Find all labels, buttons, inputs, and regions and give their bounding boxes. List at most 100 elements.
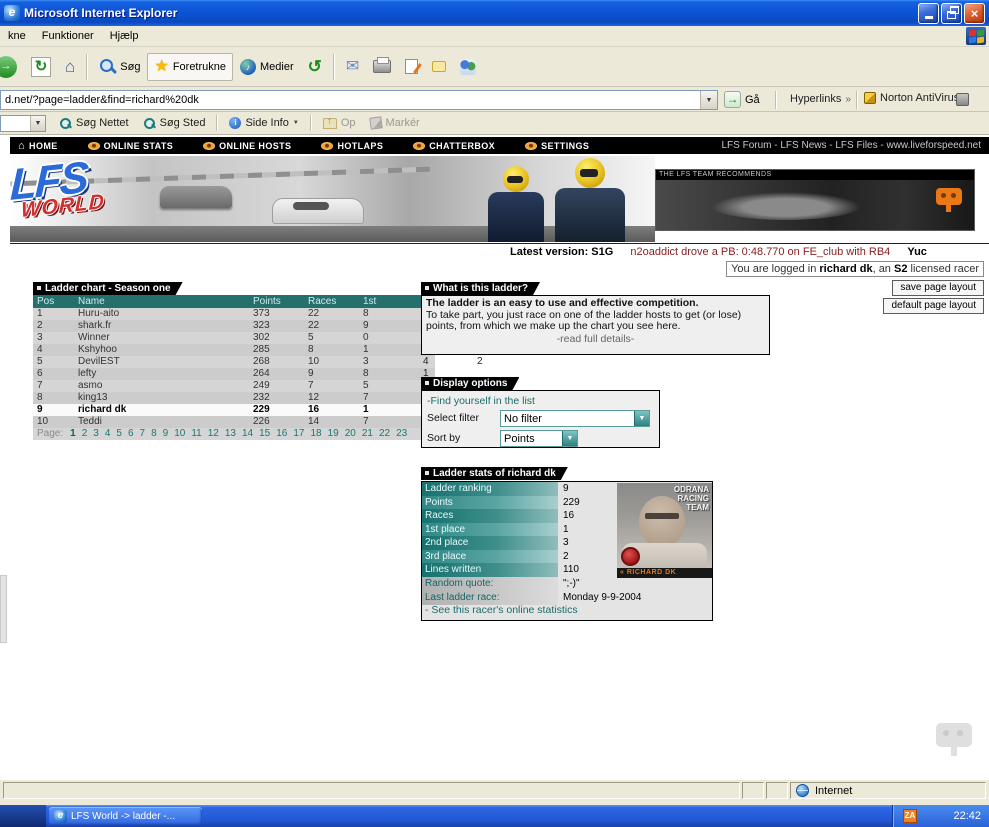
mail-button[interactable]: ✉ — [339, 53, 366, 81]
page-link[interactable]: 13 — [225, 428, 236, 439]
ladder-name-link[interactable]: Kshyhoo — [78, 344, 253, 356]
read-full-details-link[interactable]: -read full details- — [426, 333, 765, 346]
nav-home[interactable]: ⌂ HOME — [18, 140, 58, 151]
side-info-button[interactable]: i Side Info ▼ — [222, 115, 305, 131]
page-link[interactable]: 8 — [151, 428, 157, 439]
address-dropdown-button[interactable]: ▼ — [700, 91, 717, 109]
messenger-button[interactable] — [453, 53, 483, 81]
racer-online-stats-link[interactable]: - See this racer's online statistics — [425, 604, 578, 616]
address-input[interactable]: d.net/?page=ladder&find=richard%20dk ▼ — [0, 90, 718, 110]
driver-figure — [488, 166, 544, 242]
search-site-label: Søg Sted — [159, 117, 206, 129]
refresh-button[interactable]: ↻ — [24, 51, 58, 83]
page-link[interactable]: 5 — [116, 428, 122, 439]
nav-chatterbox[interactable]: CHATTERBOX — [413, 141, 495, 151]
ladder-name-link[interactable]: king13 — [78, 392, 253, 404]
ladder-races: 14 — [308, 416, 320, 427]
menu-item-funktioner[interactable]: Funktioner — [34, 28, 102, 44]
page-link[interactable]: 16 — [276, 428, 287, 439]
page-link[interactable]: 10 — [174, 428, 185, 439]
page-link[interactable]: 23 — [396, 428, 407, 439]
find-yourself-link[interactable]: -Find yourself in the list — [427, 395, 535, 407]
secondary-toolbar-dropdown[interactable]: ▼ — [0, 115, 46, 132]
status-message-panel — [3, 782, 740, 799]
save-page-layout-button[interactable]: save page layout — [892, 280, 984, 296]
ad-banner[interactable]: THE LFS TEAM RECOMMENDS — [655, 169, 975, 231]
ladder-row: 10 Teddi 226 14 7 — [33, 416, 435, 428]
ladder-name-link[interactable]: lefty — [78, 368, 253, 380]
page-label: Page: — [37, 428, 64, 439]
nav-settings[interactable]: SETTINGS — [525, 141, 589, 151]
filter-select[interactable]: No filter ▼ — [500, 410, 650, 427]
taskbar-clock[interactable]: 22:42 — [953, 810, 981, 822]
page-link[interactable]: 9 — [163, 428, 169, 439]
edit-button[interactable] — [398, 53, 425, 80]
home-button[interactable]: ⌂ — [58, 52, 82, 82]
ladder-name-link[interactable]: Winner — [78, 332, 253, 344]
page-link[interactable]: 14 — [242, 428, 253, 439]
search-button[interactable]: Søg — [92, 52, 147, 81]
nav-online-hosts[interactable]: ONLINE HOSTS — [203, 141, 291, 151]
page-link[interactable]: 11 — [191, 428, 201, 439]
norton-status-icon[interactable] — [956, 93, 969, 106]
history-button[interactable]: ↺ — [301, 52, 329, 81]
nav-hotlaps[interactable]: HOTLAPS — [321, 141, 383, 151]
ladder-name-link[interactable]: richard dk — [78, 404, 253, 416]
ladder-name-link[interactable]: DevilEST — [78, 356, 253, 368]
page-link[interactable]: 17 — [293, 428, 304, 439]
highlight-button[interactable]: Markér — [363, 115, 427, 131]
up-button[interactable]: Op — [316, 115, 363, 131]
page-link[interactable]: 19 — [328, 428, 339, 439]
minimize-button[interactable] — [918, 2, 939, 24]
stat-value: Monday 9-9-2004 — [563, 591, 642, 603]
page-link[interactable]: 12 — [208, 428, 219, 439]
nav-external-links[interactable]: LFS Forum - LFS News - LFS Files - www.l… — [721, 140, 981, 151]
page-link[interactable]: 6 — [128, 428, 134, 439]
ladder-table: Pos Name Points Races 1st 1 Huru-aito 373 2… — [33, 295, 435, 440]
ladder-name-link[interactable]: shark.fr — [78, 320, 253, 332]
page-link[interactable]: 3 — [93, 428, 99, 439]
page-link[interactable]: 18 — [310, 428, 321, 439]
forward-button[interactable]: → — [0, 50, 24, 84]
secondary-toolbar: ▼ Søg Nettet Søg Sted iSide Info▼ Op Mar… — [0, 112, 989, 135]
media-button[interactable]: ♪ Medier — [233, 53, 301, 81]
pb-ticker-text: n2oaddict drove a PB: 0:48.770 on FE_clu… — [630, 246, 891, 258]
hyperlinks-menu[interactable]: Hyperlinks» — [790, 93, 851, 105]
col-points: Points — [253, 296, 281, 307]
restore-button[interactable] — [941, 2, 962, 24]
favorites-button[interactable]: ★ Foretrukne — [147, 52, 234, 81]
close-button[interactable]: × — [964, 2, 985, 24]
search-site-button[interactable]: Søg Sted — [136, 115, 213, 132]
search-web-button[interactable]: Søg Nettet — [52, 115, 136, 132]
refresh-icon: ↻ — [31, 56, 51, 77]
sort-select[interactable]: Points ▼ — [500, 430, 578, 447]
go-button[interactable]: → Gå — [724, 91, 760, 108]
nav-online-stats[interactable]: ONLINE STATS — [87, 141, 173, 151]
media-label: Medier — [260, 60, 294, 73]
menu-item-hjaelp[interactable]: Hjælp — [102, 28, 147, 44]
driver-figure — [555, 158, 625, 242]
ladder-points: 249 — [253, 380, 270, 391]
ladder-name-link[interactable]: Teddi — [78, 416, 253, 428]
page-link[interactable]: 15 — [259, 428, 270, 439]
norton-antivirus-menu[interactable]: Norton AntiVirus ▼ — [864, 92, 969, 104]
page-link[interactable]: 2 — [82, 428, 88, 439]
taskbar-left-segment[interactable] — [0, 805, 46, 827]
page-link[interactable]: 4 — [105, 428, 111, 439]
ladder-row: 4 Kshyhoo 285 8 1 — [33, 344, 435, 356]
taskbar-window-button[interactable]: e LFS World -> ladder -... — [49, 807, 202, 825]
menu-item-foretrukne-truncated[interactable]: kne — [0, 28, 34, 44]
discuss-button[interactable] — [425, 55, 453, 78]
page-link[interactable]: 7 — [140, 428, 146, 439]
page-link[interactable]: 1 — [70, 428, 76, 439]
up-label: Op — [340, 117, 356, 129]
ladder-name-link[interactable]: asmo — [78, 380, 253, 392]
page-link[interactable]: 20 — [345, 428, 356, 439]
zonealarm-tray-icon[interactable]: ZA — [903, 809, 917, 823]
stat-row: Last ladder race: Monday 9-9-2004 — [422, 590, 712, 605]
page-link[interactable]: 21 — [362, 428, 373, 439]
ladder-name-link[interactable]: Huru-aito — [78, 308, 253, 320]
page-link[interactable]: 22 — [379, 428, 390, 439]
default-page-layout-button[interactable]: default page layout — [883, 298, 984, 314]
print-button[interactable] — [366, 54, 398, 79]
